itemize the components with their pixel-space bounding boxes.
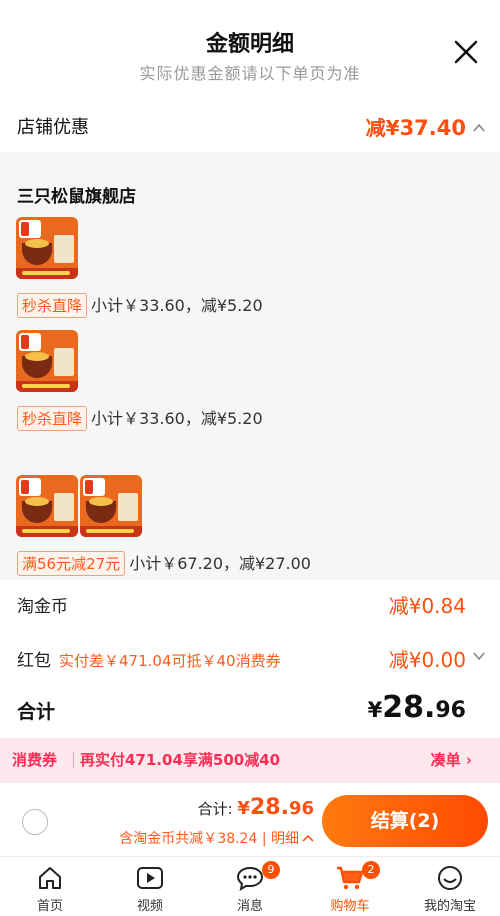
total-label: 合计 (17, 701, 56, 723)
tab-cart[interactable]: 2 购物车 (300, 857, 400, 916)
promo-text: 小计￥67.20，减¥27.00 (129, 554, 311, 573)
total-value: ¥28.96 (367, 690, 466, 725)
tab-home[interactable]: 首页 (0, 857, 100, 916)
chevron-up-icon (302, 834, 314, 842)
product-thumbnail[interactable] (16, 217, 78, 279)
checkout-button[interactable]: 结算(2) (322, 795, 488, 847)
promo-badge: 秒杀直降 (17, 293, 88, 318)
promo-badge: 秒杀直降 (17, 406, 88, 431)
checkout-bar: 合计: ¥28.96 含淘金币共减￥38.24 | 明细 结算(2) (0, 782, 500, 856)
promo-line: 秒杀直降 小计￥33.60，减¥5.20 (17, 405, 263, 431)
cart-icon (337, 866, 364, 890)
video-icon (137, 867, 163, 889)
shop-discount-amount: 减¥37.40 (365, 116, 466, 140)
tab-profile[interactable]: 我的淘宝 (400, 857, 500, 916)
taojinbi-value: 减¥0.84 (388, 594, 466, 618)
shop-discount-row[interactable]: 店铺优惠 减¥37.40 (0, 100, 500, 152)
add-items-button[interactable]: 凑单 › (431, 749, 472, 770)
close-icon[interactable] (452, 38, 480, 66)
promo-line: 满56元减27元 小计￥67.20，减¥27.00 (17, 550, 311, 576)
promo-text: 小计￥33.60，减¥5.20 (91, 296, 263, 315)
taojinbi-label: 淘金币 (17, 597, 68, 617)
tab-messages[interactable]: 9 消息 (200, 857, 300, 916)
promo-text: 小计￥33.60，减¥5.20 (91, 409, 263, 428)
message-badge: 9 (262, 861, 280, 879)
taojinbi-row: 淘金币 减¥0.84 (0, 580, 500, 626)
message-icon (236, 866, 264, 891)
shop-discount-label: 店铺优惠 (17, 117, 89, 138)
chevron-up-icon[interactable] (472, 121, 486, 135)
coupon-bar: 消费券 再实付471.04享满500减40 凑单 › (0, 738, 500, 782)
bottom-tab-bar: 首页 视频 9 消息 2 购物车 我的淘宝 (0, 856, 500, 916)
hongbao-value: 减¥0.00 (388, 648, 466, 672)
coupon-tag: 消费券 (12, 751, 58, 769)
promo-line: 秒杀直降 小计￥33.60，减¥5.20 (17, 292, 263, 318)
product-thumbnail[interactable] (16, 475, 78, 537)
modal-title: 金额明细 (205, 32, 294, 57)
hongbao-hint: 实付差￥471.04可抵￥40消费券 (59, 652, 281, 670)
home-icon (39, 867, 61, 889)
profile-icon (438, 866, 462, 890)
chevron-down-icon[interactable] (472, 649, 486, 663)
product-thumbnail[interactable] (16, 330, 78, 392)
modal-subtitle: 实际优惠金额请以下单页为准 (139, 64, 361, 83)
hongbao-row[interactable]: 红包 实付差￥471.04可抵￥40消费券 减¥0.00 (0, 634, 500, 680)
store-name: 三只松鼠旗舰店 (17, 187, 136, 207)
savings-detail-link[interactable]: 含淘金币共减￥38.24 | 明细 (119, 828, 314, 848)
tab-video[interactable]: 视频 (100, 857, 200, 916)
hongbao-label: 红包 实付差￥471.04可抵￥40消费券 (17, 651, 281, 671)
cart-badge: 2 (362, 861, 380, 879)
checkout-sum: 合计: ¥28.96 (197, 795, 314, 820)
discount-detail-panel: 三只松鼠旗舰店 秒杀直降 小计￥33.60，减¥5.20 秒杀直降 小计￥33.60… (0, 152, 500, 580)
divider (73, 752, 74, 768)
promo-badge: 满56元减27元 (17, 551, 126, 576)
modal-header: 金额明细 实际优惠金额请以下单页为准 (0, 0, 500, 100)
select-all-radio[interactable] (22, 809, 48, 835)
coupon-text: 再实付471.04享满500减40 (80, 751, 281, 769)
product-thumbnail[interactable] (80, 475, 142, 537)
